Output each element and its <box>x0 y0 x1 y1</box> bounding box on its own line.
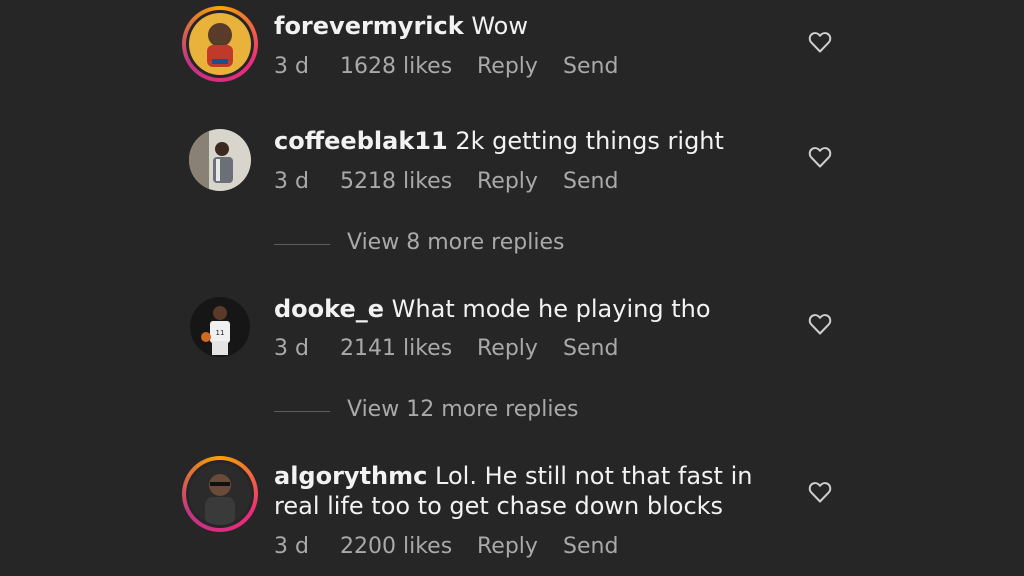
avatar[interactable] <box>182 122 258 198</box>
avatar-image <box>189 463 251 525</box>
comment-text-line: forevermyrick Wow <box>274 11 528 41</box>
comment-age: 3 d <box>274 534 309 559</box>
comment-text-line: dooke_e What mode he playing tho <box>274 294 711 324</box>
comment-likes[interactable]: 5218 likes <box>340 169 452 194</box>
avatar[interactable] <box>182 456 258 532</box>
comment-item: forevermyrick Wow 3 d 1628 likes Reply S… <box>0 0 1024 100</box>
avatar-image <box>189 13 251 75</box>
send-button[interactable]: Send <box>563 169 618 194</box>
comment-username[interactable]: coffeeblak11 <box>274 127 448 155</box>
reply-button[interactable]: Reply <box>477 54 538 79</box>
heart-outline-icon[interactable] <box>808 31 832 53</box>
send-button[interactable]: Send <box>563 534 618 559</box>
divider <box>274 411 330 412</box>
reply-button[interactable]: Reply <box>477 336 538 361</box>
svg-text:11: 11 <box>216 329 225 337</box>
view-more-replies[interactable]: View 8 more replies <box>274 230 674 260</box>
comment-item: algorythmc Lol. He still not that fast i… <box>0 446 1024 576</box>
view-more-replies-label[interactable]: View 12 more replies <box>347 397 578 422</box>
comment-body: What mode he playing tho <box>391 295 711 323</box>
reply-button[interactable]: Reply <box>477 169 538 194</box>
comment-age: 3 d <box>274 336 309 361</box>
comment-likes[interactable]: 2200 likes <box>340 534 452 559</box>
avatar[interactable]: 11 <box>182 289 258 365</box>
comment-text-line: algorythmc Lol. He still not that fast i… <box>274 461 784 521</box>
comment-username[interactable]: algorythmc <box>274 462 427 490</box>
divider <box>274 244 330 245</box>
comment-username[interactable]: dooke_e <box>274 295 384 323</box>
send-button[interactable]: Send <box>563 336 618 361</box>
comment-body: Wow <box>471 12 528 40</box>
comment-body: 2k getting things right <box>455 127 724 155</box>
heart-outline-icon[interactable] <box>808 481 832 503</box>
comment-username[interactable]: forevermyrick <box>274 12 464 40</box>
comment-item: coffeeblak11 2k getting things right 3 d… <box>0 110 1024 270</box>
send-button[interactable]: Send <box>563 54 618 79</box>
story-ring <box>182 6 258 82</box>
comment-likes[interactable]: 2141 likes <box>340 336 452 361</box>
comment-likes[interactable]: 1628 likes <box>340 54 452 79</box>
comment-item: 11 dooke_e What mode he playing tho 3 d … <box>0 278 1024 438</box>
story-ring <box>182 456 258 532</box>
view-more-replies-label[interactable]: View 8 more replies <box>347 230 564 255</box>
view-more-replies[interactable]: View 12 more replies <box>274 397 674 427</box>
avatar[interactable] <box>182 6 258 82</box>
avatar-image <box>189 129 251 191</box>
reply-button[interactable]: Reply <box>477 534 538 559</box>
heart-outline-icon[interactable] <box>808 146 832 168</box>
comment-text-line: coffeeblak11 2k getting things right <box>274 126 724 156</box>
comment-age: 3 d <box>274 54 309 79</box>
avatar-image: 11 <box>190 297 250 357</box>
heart-outline-icon[interactable] <box>808 313 832 335</box>
comment-age: 3 d <box>274 169 309 194</box>
